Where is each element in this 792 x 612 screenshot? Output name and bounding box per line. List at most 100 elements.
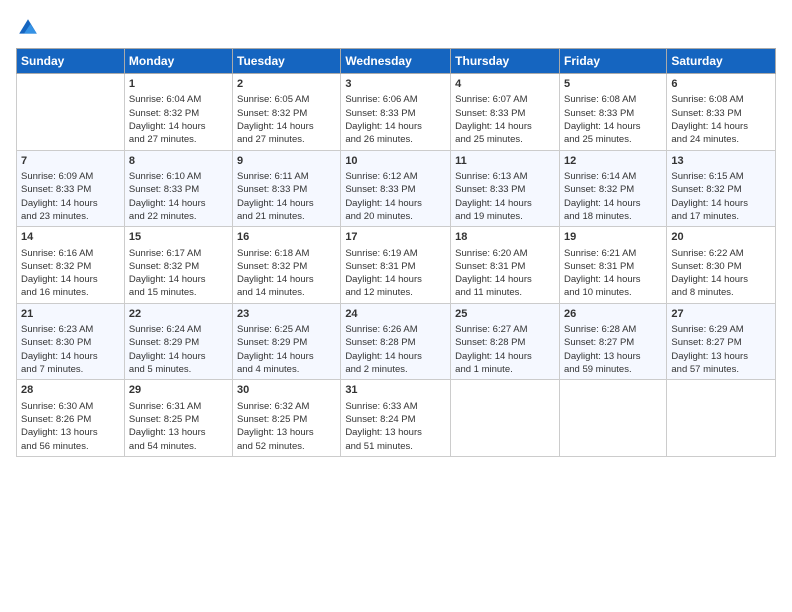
- day-info: Sunrise: 6:25 AM Sunset: 8:29 PM Dayligh…: [237, 323, 336, 376]
- calendar-cell: 2Sunrise: 6:05 AM Sunset: 8:32 PM Daylig…: [233, 74, 341, 151]
- calendar-cell: 14 Sunrise: 6:16 AM Sunset: 8:32 PM Dayli…: [17, 227, 125, 304]
- calendar-cell: [667, 380, 776, 457]
- calendar-cell: 26Sunrise: 6:28 AM Sunset: 8:27 PM Dayli…: [559, 303, 666, 380]
- calendar-week-row: 21Sunrise: 6:23 AM Sunset: 8:30 PM Dayli…: [17, 303, 776, 380]
- day-number: 16: [237, 230, 336, 245]
- calendar-week-row: 14 Sunrise: 6:16 AM Sunset: 8:32 PM Dayli…: [17, 227, 776, 304]
- day-info: Sunrise: 6:27 AM Sunset: 8:28 PM Dayligh…: [455, 323, 555, 376]
- day-number: 30: [237, 383, 336, 398]
- logo: [16, 16, 44, 40]
- calendar-cell: [17, 74, 125, 151]
- day-info: Sunrise: 6:17 AM Sunset: 8:32 PM Dayligh…: [129, 247, 228, 300]
- calendar-week-row: 1Sunrise: 6:04 AM Sunset: 8:32 PM Daylig…: [17, 74, 776, 151]
- day-number: 31: [345, 383, 446, 398]
- day-number: 11: [455, 154, 555, 169]
- day-info: Sunrise: 6:08 AM Sunset: 8:33 PM Dayligh…: [671, 93, 771, 146]
- day-number: 27: [671, 307, 771, 322]
- day-info: Sunrise: 6:32 AM Sunset: 8:25 PM Dayligh…: [237, 400, 336, 453]
- day-number: 19: [564, 230, 662, 245]
- calendar-cell: 6Sunrise: 6:08 AM Sunset: 8:33 PM Daylig…: [667, 74, 776, 151]
- day-info: Sunrise: 6:23 AM Sunset: 8:30 PM Dayligh…: [21, 323, 120, 376]
- calendar-week-row: 7Sunrise: 6:09 AM Sunset: 8:33 PM Daylig…: [17, 150, 776, 227]
- calendar-cell: 12Sunrise: 6:14 AM Sunset: 8:32 PM Dayli…: [559, 150, 666, 227]
- calendar-cell: 22Sunrise: 6:24 AM Sunset: 8:29 PM Dayli…: [124, 303, 232, 380]
- calendar-cell: 20Sunrise: 6:22 AM Sunset: 8:30 PM Dayli…: [667, 227, 776, 304]
- calendar-cell: 4Sunrise: 6:07 AM Sunset: 8:33 PM Daylig…: [451, 74, 560, 151]
- calendar-cell: 10Sunrise: 6:12 AM Sunset: 8:33 PM Dayli…: [341, 150, 451, 227]
- calendar-week-row: 28 Sunrise: 6:30 AM Sunset: 8:26 PM Dayli…: [17, 380, 776, 457]
- weekday-header-row: SundayMondayTuesdayWednesdayThursdayFrid…: [17, 49, 776, 74]
- day-number: 3: [345, 77, 446, 92]
- calendar-cell: 27Sunrise: 6:29 AM Sunset: 8:27 PM Dayli…: [667, 303, 776, 380]
- day-number: 21: [21, 307, 120, 322]
- day-info: Sunrise: 6:13 AM Sunset: 8:33 PM Dayligh…: [455, 170, 555, 223]
- day-number: 29: [129, 383, 228, 398]
- day-number: 17: [345, 230, 446, 245]
- calendar-cell: 3Sunrise: 6:06 AM Sunset: 8:33 PM Daylig…: [341, 74, 451, 151]
- day-number: 13: [671, 154, 771, 169]
- day-number: 9: [237, 154, 336, 169]
- calendar-cell: 18 Sunrise: 6:20 AM Sunset: 8:31 PM Dayli…: [451, 227, 560, 304]
- day-info: Sunrise: 6:31 AM Sunset: 8:25 PM Dayligh…: [129, 400, 228, 453]
- calendar-cell: 30 Sunrise: 6:32 AM Sunset: 8:25 PM Dayli…: [233, 380, 341, 457]
- day-number: 26: [564, 307, 662, 322]
- calendar-cell: 19 Sunrise: 6:21 AM Sunset: 8:31 PM Dayli…: [559, 227, 666, 304]
- calendar-cell: 17 Sunrise: 6:19 AM Sunset: 8:31 PM Dayli…: [341, 227, 451, 304]
- day-info: Sunrise: 6:11 AM Sunset: 8:33 PM Dayligh…: [237, 170, 336, 223]
- calendar-cell: 23Sunrise: 6:25 AM Sunset: 8:29 PM Dayli…: [233, 303, 341, 380]
- header: [16, 16, 776, 40]
- day-number: 15: [129, 230, 228, 245]
- day-number: 14: [21, 230, 120, 245]
- day-number: 10: [345, 154, 446, 169]
- day-info: Sunrise: 6:33 AM Sunset: 8:24 PM Dayligh…: [345, 400, 446, 453]
- calendar-cell: 11Sunrise: 6:13 AM Sunset: 8:33 PM Dayli…: [451, 150, 560, 227]
- day-number: 1: [129, 77, 228, 92]
- day-info: Sunrise: 6:08 AM Sunset: 8:33 PM Dayligh…: [564, 93, 662, 146]
- calendar-cell: 16 Sunrise: 6:18 AM Sunset: 8:32 PM Dayli…: [233, 227, 341, 304]
- day-info: Sunrise: 6:22 AM Sunset: 8:30 PM Dayligh…: [671, 247, 771, 300]
- weekday-header-monday: Monday: [124, 49, 232, 74]
- weekday-header-saturday: Saturday: [667, 49, 776, 74]
- day-info: Sunrise: 6:21 AM Sunset: 8:31 PM Dayligh…: [564, 247, 662, 300]
- day-info: Sunrise: 6:20 AM Sunset: 8:31 PM Dayligh…: [455, 247, 555, 300]
- day-number: 24: [345, 307, 446, 322]
- day-number: 28: [21, 383, 120, 398]
- calendar-cell: 7Sunrise: 6:09 AM Sunset: 8:33 PM Daylig…: [17, 150, 125, 227]
- day-number: 7: [21, 154, 120, 169]
- calendar-cell: 15 Sunrise: 6:17 AM Sunset: 8:32 PM Dayli…: [124, 227, 232, 304]
- calendar-cell: [451, 380, 560, 457]
- day-info: Sunrise: 6:04 AM Sunset: 8:32 PM Dayligh…: [129, 93, 228, 146]
- day-info: Sunrise: 6:14 AM Sunset: 8:32 PM Dayligh…: [564, 170, 662, 223]
- day-number: 12: [564, 154, 662, 169]
- day-info: Sunrise: 6:16 AM Sunset: 8:32 PM Dayligh…: [21, 247, 120, 300]
- day-number: 23: [237, 307, 336, 322]
- day-info: Sunrise: 6:09 AM Sunset: 8:33 PM Dayligh…: [21, 170, 120, 223]
- day-number: 22: [129, 307, 228, 322]
- day-number: 8: [129, 154, 228, 169]
- calendar-cell: 24Sunrise: 6:26 AM Sunset: 8:28 PM Dayli…: [341, 303, 451, 380]
- day-info: Sunrise: 6:30 AM Sunset: 8:26 PM Dayligh…: [21, 400, 120, 453]
- calendar-cell: 29 Sunrise: 6:31 AM Sunset: 8:25 PM Dayli…: [124, 380, 232, 457]
- day-number: 18: [455, 230, 555, 245]
- day-info: Sunrise: 6:10 AM Sunset: 8:33 PM Dayligh…: [129, 170, 228, 223]
- calendar-cell: 21Sunrise: 6:23 AM Sunset: 8:30 PM Dayli…: [17, 303, 125, 380]
- calendar-cell: [559, 380, 666, 457]
- calendar-cell: 9Sunrise: 6:11 AM Sunset: 8:33 PM Daylig…: [233, 150, 341, 227]
- calendar-cell: 31 Sunrise: 6:33 AM Sunset: 8:24 PM Dayli…: [341, 380, 451, 457]
- day-info: Sunrise: 6:28 AM Sunset: 8:27 PM Dayligh…: [564, 323, 662, 376]
- day-info: Sunrise: 6:06 AM Sunset: 8:33 PM Dayligh…: [345, 93, 446, 146]
- weekday-header-thursday: Thursday: [451, 49, 560, 74]
- day-info: Sunrise: 6:26 AM Sunset: 8:28 PM Dayligh…: [345, 323, 446, 376]
- logo-icon: [16, 16, 40, 40]
- day-info: Sunrise: 6:12 AM Sunset: 8:33 PM Dayligh…: [345, 170, 446, 223]
- day-info: Sunrise: 6:24 AM Sunset: 8:29 PM Dayligh…: [129, 323, 228, 376]
- weekday-header-wednesday: Wednesday: [341, 49, 451, 74]
- day-info: Sunrise: 6:19 AM Sunset: 8:31 PM Dayligh…: [345, 247, 446, 300]
- day-info: Sunrise: 6:15 AM Sunset: 8:32 PM Dayligh…: [671, 170, 771, 223]
- day-info: Sunrise: 6:18 AM Sunset: 8:32 PM Dayligh…: [237, 247, 336, 300]
- calendar-cell: 13Sunrise: 6:15 AM Sunset: 8:32 PM Dayli…: [667, 150, 776, 227]
- day-number: 2: [237, 77, 336, 92]
- calendar-cell: 8Sunrise: 6:10 AM Sunset: 8:33 PM Daylig…: [124, 150, 232, 227]
- day-info: Sunrise: 6:29 AM Sunset: 8:27 PM Dayligh…: [671, 323, 771, 376]
- calendar-cell: 5Sunrise: 6:08 AM Sunset: 8:33 PM Daylig…: [559, 74, 666, 151]
